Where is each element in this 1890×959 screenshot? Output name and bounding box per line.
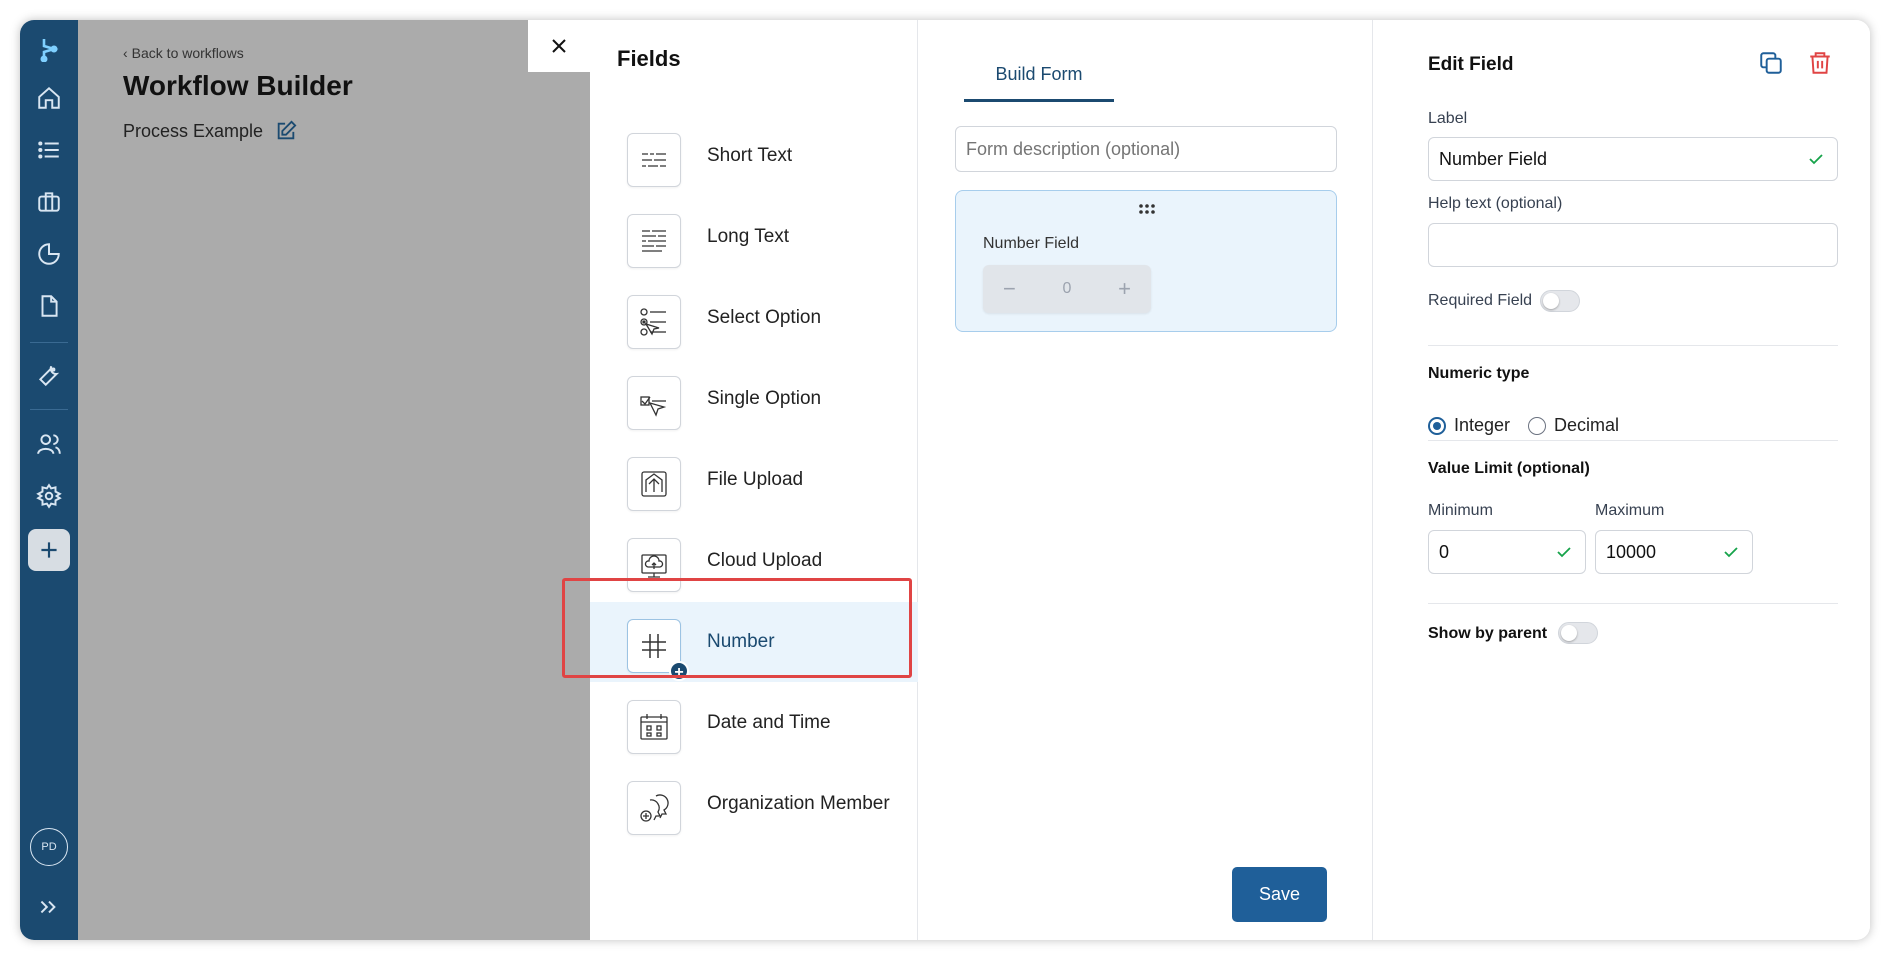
maximum-input[interactable]: 10000 (1595, 530, 1753, 574)
form-description-input[interactable] (955, 126, 1337, 172)
build-form-panel: Build Form Number Field − 0 + Save (918, 20, 1373, 940)
fields-panel: Fields Short Text Long Text Select Optio… (590, 20, 918, 940)
users-icon[interactable] (28, 423, 70, 465)
user-avatar[interactable]: PD (30, 828, 68, 866)
cloud-upload-icon (627, 538, 681, 592)
duplicate-icon[interactable] (1758, 50, 1784, 76)
field-item-long-text[interactable]: Long Text (590, 197, 918, 277)
check-icon (1724, 547, 1738, 558)
wrench-icon[interactable] (28, 354, 70, 396)
add-button[interactable] (28, 529, 70, 571)
radio-decimal[interactable] (1528, 416, 1547, 435)
field-item-select-option[interactable]: Select Option (590, 278, 918, 358)
single-option-icon (627, 376, 681, 430)
required-field-label: Required Field (1428, 292, 1533, 309)
pie-chart-icon[interactable] (28, 233, 70, 275)
gear-icon[interactable] (28, 475, 70, 517)
file-upload-icon (627, 457, 681, 511)
edit-field-title: Edit Field (1428, 54, 1514, 75)
number-field-card[interactable]: Number Field − 0 + (955, 190, 1337, 332)
card-field-label: Number Field (983, 235, 1080, 252)
app-window: PD ‹ Back to workflows Workflow Builder … (20, 20, 1870, 940)
edit-field-panel: Edit Field Label Number Field Help text … (1373, 20, 1870, 940)
add-field-badge[interactable]: + (669, 661, 689, 681)
field-item-single-option[interactable]: Single Option (590, 359, 918, 439)
radio-integer[interactable] (1428, 416, 1446, 435)
section-divider (1428, 345, 1838, 346)
field-item-short-text[interactable]: Short Text (590, 116, 918, 196)
drag-handle-icon[interactable] (1137, 203, 1157, 215)
long-text-icon (627, 214, 681, 268)
stepper-value: 0 (1062, 280, 1072, 297)
required-field-toggle[interactable] (1540, 290, 1580, 312)
process-name: Process Example (123, 120, 297, 142)
number-stepper[interactable]: − 0 + (983, 265, 1151, 313)
save-button[interactable]: Save (1232, 867, 1327, 922)
value-limit-title: Value Limit (optional) (1428, 460, 1590, 477)
section-divider (1428, 440, 1838, 441)
label-input[interactable]: Number Field (1428, 137, 1838, 181)
chevron-left-icon: ‹ (123, 45, 128, 61)
field-item-cloud-upload[interactable]: Cloud Upload (590, 521, 918, 601)
page-title: Workflow Builder (123, 70, 353, 101)
check-icon (1809, 154, 1823, 165)
app-logo-icon[interactable] (28, 28, 70, 70)
show-by-parent-toggle[interactable] (1558, 622, 1598, 644)
minus-icon[interactable]: − (1003, 276, 1016, 302)
numeric-type-title: Numeric type (1428, 365, 1530, 382)
label-title: Label (1428, 110, 1468, 127)
sidebar-divider (30, 342, 68, 343)
field-item-file-upload[interactable]: File Upload (590, 440, 918, 520)
organization-member-icon (627, 781, 681, 835)
maximum-label: Maximum (1595, 502, 1665, 519)
minimum-label: Minimum (1428, 502, 1493, 519)
select-option-icon (627, 295, 681, 349)
field-item-organization-member[interactable]: Organization Member (590, 764, 918, 844)
minimum-input[interactable]: 0 (1428, 530, 1586, 574)
help-text-title: Help text (optional) (1428, 195, 1563, 212)
background-page-overlay: ‹ Back to workflows Workflow Builder Pro… (78, 20, 590, 940)
document-icon[interactable] (28, 285, 70, 327)
fields-title: Fields (617, 46, 681, 71)
briefcase-icon[interactable] (28, 181, 70, 223)
close-button[interactable] (528, 20, 590, 72)
calendar-icon (627, 700, 681, 754)
tab-build-form[interactable]: Build Form (964, 64, 1114, 102)
list-icon[interactable] (28, 129, 70, 171)
plus-icon[interactable]: + (1118, 276, 1131, 302)
sidebar-divider (30, 409, 68, 410)
check-icon (1557, 547, 1571, 558)
trash-icon[interactable] (1807, 50, 1833, 76)
plus-icon (41, 542, 57, 558)
expand-icon[interactable] (28, 886, 70, 928)
field-item-date-and-time[interactable]: Date and Time (590, 683, 918, 763)
back-to-workflows-link[interactable]: ‹ Back to workflows (123, 45, 244, 61)
field-item-number[interactable]: + Number (590, 602, 918, 682)
edit-icon[interactable] (275, 120, 297, 142)
section-divider (1428, 603, 1838, 604)
close-icon (552, 39, 566, 53)
home-icon[interactable] (28, 77, 70, 119)
numeric-type-radio-group: Integer Decimal (1428, 415, 1637, 436)
show-by-parent-label: Show by parent (1428, 625, 1548, 642)
sidebar: PD (20, 20, 78, 940)
help-text-input[interactable] (1428, 223, 1838, 267)
hash-icon: + (627, 619, 689, 681)
short-text-icon (627, 133, 681, 187)
